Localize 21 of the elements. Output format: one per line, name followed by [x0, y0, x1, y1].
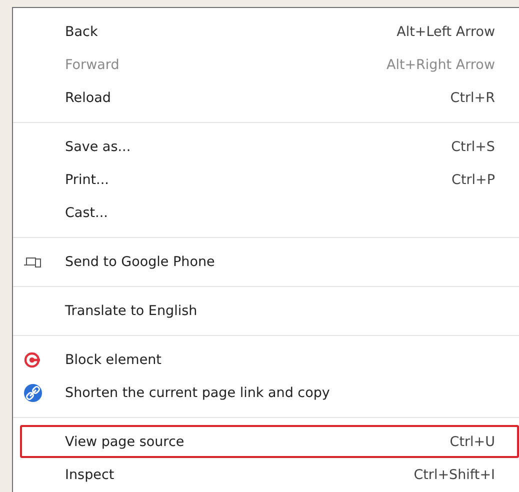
shortcut-text: Ctrl+R	[450, 90, 495, 106]
devices-icon	[24, 256, 41, 267]
menu-item[interactable]: Inspect Ctrl+Shift+I	[20, 458, 519, 491]
menu-item[interactable]: Send to Google Phone	[20, 245, 519, 278]
shortcut-text: Ctrl+S	[451, 138, 495, 154]
menu-item[interactable]: Print... Ctrl+P	[20, 163, 519, 196]
shortcut-text: Alt+Right Arrow	[386, 56, 495, 72]
shortcut-text: Ctrl+Shift+I	[414, 466, 495, 482]
menu-item[interactable]: View page source Ctrl+U	[20, 425, 519, 458]
menu-item[interactable]: Block element	[20, 343, 519, 376]
menu-item[interactable]: Cast...	[20, 196, 519, 229]
shortcut-text: Alt+Left Arrow	[396, 24, 495, 40]
menu-item[interactable]: Back Alt+Left Arrow	[20, 15, 519, 48]
link-icon	[24, 384, 42, 402]
menu-item[interactable]: Reload Ctrl+R	[20, 81, 519, 114]
shortcut-text: Ctrl+P	[452, 172, 495, 188]
shortcut-text: Ctrl+U	[450, 434, 495, 450]
menu-item[interactable]: Shorten the current page link and copy	[20, 376, 519, 409]
menu-item[interactable]: Translate to English	[20, 294, 519, 327]
target-icon	[24, 352, 40, 368]
menu-item[interactable]: Save as... Ctrl+S	[20, 130, 519, 163]
